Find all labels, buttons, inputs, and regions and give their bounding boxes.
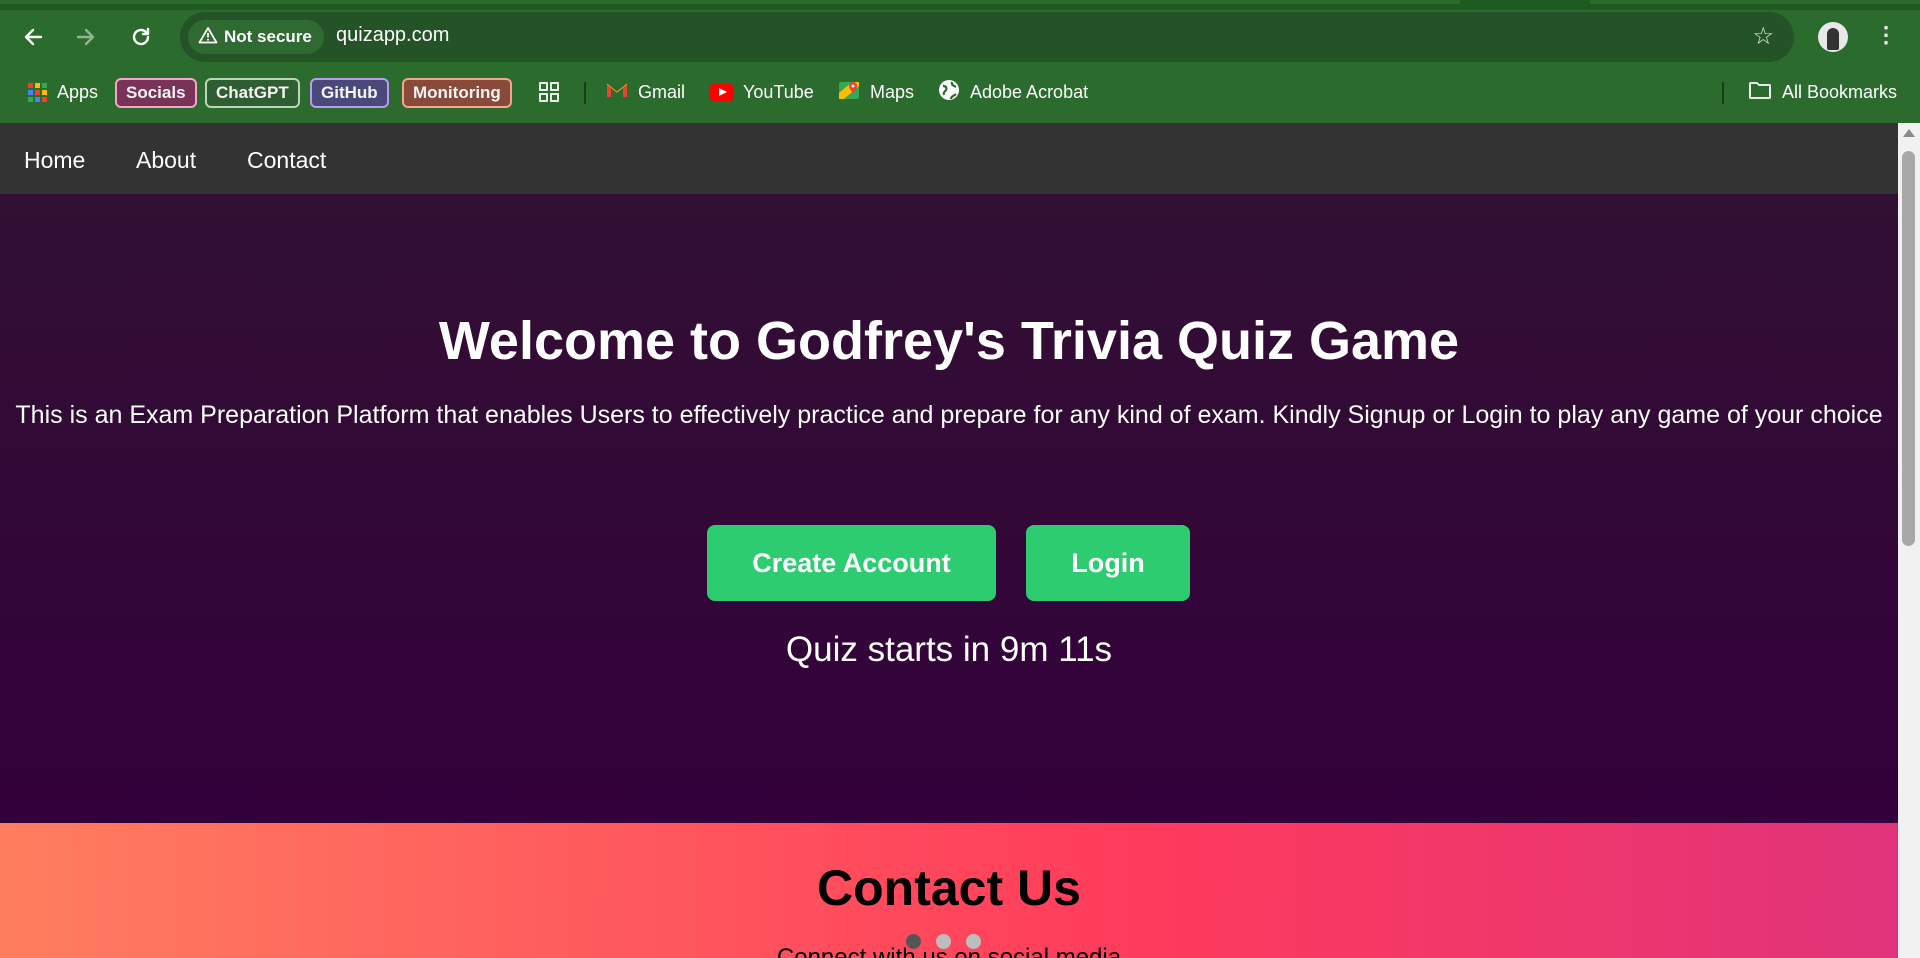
- address-bar[interactable]: Not secure quizapp.com ☆: [180, 12, 1794, 62]
- bookmark-youtube-label: YouTube: [743, 81, 814, 102]
- all-bookmarks[interactable]: All Bookmarks: [1748, 78, 1897, 106]
- reload-icon[interactable]: [125, 21, 157, 53]
- globe-icon: [938, 79, 960, 106]
- site-navbar: Home About Contact: [0, 123, 1898, 194]
- security-label: Not secure: [224, 27, 312, 46]
- bookmark-gmail[interactable]: Gmail: [606, 78, 685, 106]
- apps-grid-icon: [28, 82, 47, 102]
- browser-menu-icon[interactable]: ⋮: [1874, 22, 1898, 48]
- bookmark-adobe-acrobat[interactable]: Adobe Acrobat: [938, 78, 1088, 106]
- bookmark-maps[interactable]: Maps: [838, 78, 914, 106]
- tab-strip: [0, 0, 1920, 10]
- url-text[interactable]: quizapp.com: [336, 24, 449, 47]
- hero-title: Welcome to Godfrey's Trivia Quiz Game: [438, 311, 1460, 371]
- hero-description: This is an Exam Preparation Platform tha…: [15, 401, 1883, 429]
- contact-section: Contact Us Connect with us on social med…: [0, 823, 1898, 958]
- bookmark-apps-label: Apps: [57, 81, 99, 102]
- tab-groups-icon[interactable]: [538, 78, 560, 106]
- nav-about-link[interactable]: About: [136, 147, 196, 174]
- bookmark-separator: [584, 82, 586, 104]
- hero-section: Welcome to Godfrey's Trivia Quiz Game Th…: [0, 194, 1898, 823]
- bookmark-gmail-label: Gmail: [638, 81, 686, 102]
- browser-toolbar: Not secure quizapp.com ☆ ⋮: [0, 12, 1920, 62]
- page-scrollbar[interactable]: [1898, 123, 1920, 958]
- bookmark-apps[interactable]: Apps: [28, 78, 98, 106]
- bookmarks-bar: Apps Socials ChatGPT GitHub Monitoring G…: [0, 72, 1920, 112]
- scrollbar-thumb[interactable]: [1902, 151, 1915, 546]
- bookmark-maps-label: Maps: [870, 81, 915, 102]
- bookmark-socials[interactable]: Socials: [115, 78, 197, 108]
- youtube-icon: [710, 83, 734, 101]
- all-bookmarks-label: All Bookmarks: [1782, 81, 1898, 102]
- gmail-icon: [606, 81, 628, 103]
- create-account-button[interactable]: Create Account: [707, 525, 996, 601]
- forward-icon[interactable]: [70, 21, 102, 53]
- scroll-up-icon[interactable]: [1903, 129, 1915, 137]
- quiz-countdown: Quiz starts in 9m 11s: [785, 630, 1113, 669]
- web-page: Home About Contact Welcome to Godfrey's …: [0, 123, 1898, 958]
- bookmark-separator: [1722, 82, 1724, 104]
- carousel-dot[interactable]: [936, 934, 951, 949]
- bookmark-adobe-label: Adobe Acrobat: [970, 81, 1089, 102]
- folder-icon: [1748, 80, 1772, 105]
- profile-avatar[interactable]: [1818, 22, 1848, 52]
- nav-home-link[interactable]: Home: [24, 147, 85, 174]
- bookmark-github[interactable]: GitHub: [310, 78, 389, 108]
- bookmark-chatgpt[interactable]: ChatGPT: [205, 78, 300, 108]
- nav-contact-link[interactable]: Contact: [247, 147, 326, 174]
- browser-frame: Not secure quizapp.com ☆ ⋮ Apps Socials …: [0, 0, 1920, 123]
- carousel-dots: [906, 934, 981, 949]
- warning-icon: [198, 26, 218, 49]
- carousel-dot[interactable]: [966, 934, 981, 949]
- inactive-tab-edge[interactable]: [1590, 0, 1920, 4]
- active-tab-edge[interactable]: [0, 0, 1460, 4]
- bookmark-youtube[interactable]: YouTube: [710, 78, 814, 106]
- back-icon[interactable]: [17, 21, 49, 53]
- carousel-dot[interactable]: [906, 934, 921, 949]
- maps-icon: [838, 79, 860, 106]
- login-button[interactable]: Login: [1026, 525, 1190, 601]
- security-indicator[interactable]: Not secure: [188, 20, 324, 54]
- bookmark-monitoring[interactable]: Monitoring: [402, 78, 512, 108]
- contact-title: Contact Us: [817, 860, 1081, 916]
- bookmark-star-icon[interactable]: ☆: [1752, 22, 1774, 51]
